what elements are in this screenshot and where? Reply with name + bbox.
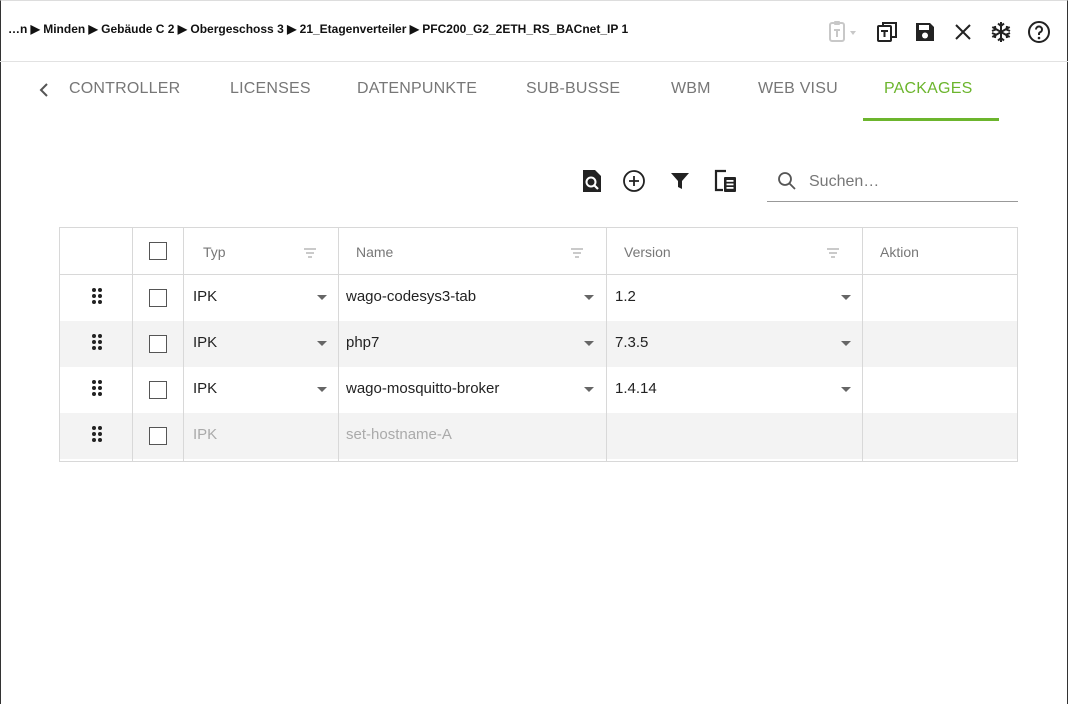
typ-dropdown-icon[interactable]	[317, 295, 327, 300]
column-chooser-icon[interactable]	[712, 168, 738, 194]
clipboard-dropdown-icon[interactable]	[826, 19, 862, 45]
tab-web-visu[interactable]: WEB VISU	[758, 80, 838, 98]
copy-icon[interactable]	[874, 19, 900, 45]
row-checkbox[interactable]	[149, 381, 167, 399]
table-row[interactable]: IPK set-hostname-A	[60, 413, 1017, 459]
tab-wbm[interactable]: WBM	[671, 80, 711, 98]
tab-licenses[interactable]: LICENSES	[230, 80, 311, 98]
packages-table: Typ Name Version Aktion IPK wago-codesys…	[59, 227, 1018, 462]
document-search-icon[interactable]	[579, 168, 605, 194]
table-header: Typ Name Version Aktion	[60, 228, 1017, 275]
typ-cell[interactable]: IPK	[193, 288, 217, 305]
version-dropdown-icon[interactable]	[841, 295, 851, 300]
filter-icon[interactable]	[667, 168, 693, 194]
chevron-left-icon[interactable]	[34, 78, 54, 102]
header-toolbar	[826, 12, 1052, 52]
column-header-version[interactable]: Version	[624, 244, 671, 260]
drag-handle-icon[interactable]	[91, 425, 103, 443]
name-cell[interactable]: php7	[346, 334, 379, 351]
close-icon[interactable]	[950, 19, 976, 45]
tab-datenpunkte[interactable]: DATENPUNKTE	[357, 80, 477, 98]
table-row[interactable]: IPK wago-codesys3-tab 1.2	[60, 275, 1017, 321]
typ-dropdown-icon[interactable]	[317, 341, 327, 346]
column-header-typ[interactable]: Typ	[203, 244, 226, 260]
search-box	[767, 165, 1018, 202]
typ-filter-icon[interactable]	[304, 245, 316, 263]
column-divider	[606, 228, 607, 461]
name-dropdown-icon[interactable]	[584, 341, 594, 346]
version-dropdown-icon[interactable]	[841, 341, 851, 346]
tab-bar: CONTROLLER LICENSES DATENPUNKTE SUB-BUSS…	[0, 62, 1068, 122]
snowflake-icon[interactable]	[988, 19, 1014, 45]
active-tab-indicator	[863, 118, 999, 121]
version-cell[interactable]: 7.3.5	[615, 334, 648, 351]
table-row[interactable]: IPK wago-mosquitto-broker 1.4.14	[60, 367, 1017, 413]
drag-handle-icon[interactable]	[91, 333, 103, 351]
name-dropdown-icon[interactable]	[584, 295, 594, 300]
tab-packages[interactable]: PACKAGES	[884, 80, 972, 98]
drag-handle-icon[interactable]	[91, 287, 103, 305]
row-checkbox[interactable]	[149, 335, 167, 353]
column-header-name[interactable]: Name	[356, 244, 393, 260]
name-filter-icon[interactable]	[571, 245, 583, 263]
add-circle-icon[interactable]	[621, 168, 647, 194]
typ-cell[interactable]: IPK	[193, 334, 217, 351]
row-checkbox[interactable]	[149, 289, 167, 307]
column-divider	[132, 228, 133, 461]
version-cell[interactable]: 1.4.14	[615, 380, 657, 397]
search-icon	[777, 171, 797, 196]
column-divider	[338, 228, 339, 461]
table-row[interactable]: IPK php7 7.3.5	[60, 321, 1017, 367]
row-checkbox[interactable]	[149, 427, 167, 445]
name-cell[interactable]: wago-codesys3-tab	[346, 288, 476, 305]
column-divider	[183, 228, 184, 461]
typ-cell: IPK	[193, 426, 218, 443]
version-cell[interactable]: 1.2	[615, 288, 636, 305]
typ-cell[interactable]: IPK	[193, 380, 217, 397]
search-input[interactable]	[809, 170, 1009, 194]
tab-controller[interactable]: CONTROLLER	[69, 80, 180, 98]
select-all-checkbox[interactable]	[149, 242, 167, 260]
drag-handle-icon[interactable]	[91, 379, 103, 397]
header-bar: …n ▶ Minden ▶ Gebäude C 2 ▶ Obergeschoss…	[0, 0, 1068, 62]
version-dropdown-icon[interactable]	[841, 387, 851, 392]
name-cell[interactable]: wago-mosquitto-broker	[346, 380, 499, 397]
name-cell: set-hostname-A	[346, 426, 452, 443]
name-dropdown-icon[interactable]	[584, 387, 594, 392]
tab-sub-busse[interactable]: SUB-BUSSE	[526, 80, 620, 98]
column-divider	[862, 228, 863, 461]
help-icon[interactable]	[1026, 19, 1052, 45]
version-filter-icon[interactable]	[827, 245, 839, 263]
column-header-aktion: Aktion	[880, 244, 919, 260]
typ-dropdown-icon[interactable]	[317, 387, 327, 392]
breadcrumb[interactable]: …n ▶ Minden ▶ Gebäude C 2 ▶ Obergeschoss…	[8, 22, 628, 36]
save-icon[interactable]	[912, 19, 938, 45]
